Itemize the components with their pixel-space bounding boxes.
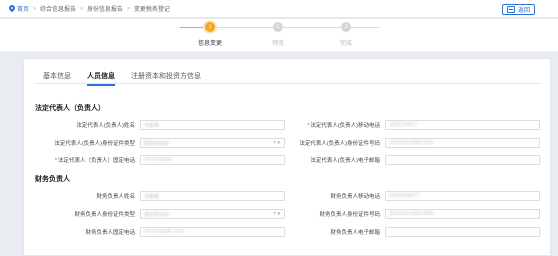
- finance-idno-row: 财务负责人身份证件号码 3301021234567890: [287, 209, 540, 219]
- finance-phone-input[interactable]: 0571123456 1234: [140, 227, 285, 237]
- legal-email-input[interactable]: [385, 155, 540, 165]
- legal-idtype-select[interactable]: 居民身份证 × ▾: [140, 138, 285, 148]
- finance-name-value: 刘某某: [144, 193, 160, 200]
- legal-idno-value: 3301021234567890: [389, 140, 434, 146]
- breadcrumb: 首页 > 综合信息报告 > 身份信息报告 > 变更税务登记: [9, 4, 170, 13]
- legal-name-label: 法定代表人(负责人)姓名: [76, 123, 135, 129]
- legal-phone-label: *法定代表人（负责人）固定电话: [35, 156, 135, 164]
- step-info-change: 1 信息变更: [190, 22, 230, 47]
- legal-mobile-label-text: 法定代表人(负责人)移动电话: [310, 123, 380, 129]
- finance-email-input[interactable]: [385, 227, 540, 237]
- step-dot: 1: [205, 22, 215, 32]
- legal-idno-input[interactable]: 3301021234567890: [385, 138, 540, 148]
- step-complete: 3 完成: [326, 22, 366, 47]
- legal-mobile-label: *法定代表人(负责人)移动电话: [287, 121, 380, 129]
- step-dot: 3: [341, 22, 351, 32]
- legal-idtype-row: 法定代表人(负责人)身份证件类型 居民身份证 × ▾: [35, 138, 285, 148]
- step-label: 完成: [339, 41, 352, 47]
- step-label: 信息变更: [197, 41, 222, 47]
- chevron-down-icon: × ▾: [273, 211, 280, 217]
- finance-mobile-label: 财务负责人移动电话: [330, 194, 380, 200]
- finance-name-row: 财务负责人姓名 刘某某: [35, 191, 285, 201]
- chevron-down-icon: × ▾: [273, 140, 280, 146]
- legal-mobile-value: 1391234567: [389, 122, 417, 128]
- legal-name-input[interactable]: 刘某某: [140, 120, 285, 130]
- finance-idtype-select[interactable]: 居民身份证 × ▾: [140, 209, 285, 219]
- finance-idtype-label: 财务负责人身份证件类型: [74, 212, 135, 218]
- finance-mobile-value: 13912345677: [389, 193, 420, 199]
- progress-steps: 1 信息变更 2 预览 3 完成: [0, 19, 558, 51]
- breadcrumb-separator: >: [126, 5, 130, 12]
- legal-phone-label-text: 法定代表人（负责人）固定电话: [57, 158, 135, 164]
- breadcrumb-home[interactable]: 首页: [9, 4, 29, 13]
- finance-phone-value: 0571123456 1234: [144, 229, 184, 235]
- required-mark: *: [307, 123, 310, 129]
- legal-idno-row: 法定代表人(负责人)身份证件号码 3301021234567890: [287, 138, 540, 148]
- form-card: 基本信息 人员信息 注册资本和投资方信息 法定代表人（负责人） 法定代表人(负责…: [23, 58, 551, 256]
- legal-idtype-value: 居民身份证: [144, 140, 170, 147]
- finance-phone-row: 财务负责人固定电话 0571123456 1234: [35, 227, 285, 237]
- location-pin-icon: [9, 5, 15, 13]
- step-preview: 2 预览: [258, 22, 298, 47]
- legal-phone-row: *法定代表人（负责人）固定电话 0571123456: [35, 155, 285, 165]
- legal-email-label: 法定代表人(负责人)电子邮箱: [310, 158, 380, 164]
- breadcrumb-separator: >: [33, 5, 36, 12]
- back-button[interactable]: 返回: [501, 4, 535, 15]
- legal-mobile-row: *法定代表人(负责人)移动电话 1391234567: [287, 120, 540, 130]
- breadcrumb-separator: >: [79, 5, 83, 12]
- legal-idtype-label: 法定代表人(负责人)身份证件类型: [54, 141, 135, 147]
- legal-mobile-input[interactable]: 1391234567: [385, 120, 540, 130]
- legal-email-row: 法定代表人(负责人)电子邮箱: [287, 155, 540, 165]
- legal-idno-label: 法定代表人(负责人)身份证件号码: [299, 141, 380, 147]
- legal-phone-value: 0571123456: [144, 157, 172, 163]
- finance-name-input[interactable]: 刘某某: [140, 191, 285, 201]
- finance-idno-input[interactable]: 3301021234567890: [385, 209, 540, 219]
- breadcrumb-item[interactable]: 综合信息报告: [40, 4, 76, 13]
- finance-email-label: 财务负责人电子邮箱: [330, 230, 380, 236]
- breadcrumb-home-label: 首页: [17, 7, 30, 13]
- tab-divider: [35, 83, 540, 84]
- finance-mobile-input[interactable]: 13912345677: [385, 191, 540, 201]
- finance-idtype-row: 财务负责人身份证件类型 居民身份证 × ▾: [35, 209, 285, 219]
- finance-idtype-value: 居民身份证: [144, 211, 170, 218]
- finance-idno-label: 财务负责人身份证件号码: [319, 212, 380, 218]
- finance-email-row: 财务负责人电子邮箱: [287, 227, 540, 237]
- legal-name-row: 法定代表人(负责人)姓名 刘某某: [35, 120, 285, 130]
- step-label: 预览: [271, 41, 284, 47]
- breadcrumb-item[interactable]: 身份信息报告: [87, 4, 123, 13]
- legal-name-value: 刘某某: [144, 122, 160, 129]
- back-button-label: 返回: [517, 8, 530, 14]
- step-dot: 2: [273, 22, 283, 32]
- finance-idno-value: 3301021234567890: [389, 211, 434, 217]
- top-bar: 首页 > 综合信息报告 > 身份信息报告 > 变更税务登记 返回: [0, 0, 558, 18]
- breadcrumb-current: 变更税务登记: [133, 7, 170, 13]
- back-icon: [506, 6, 515, 13]
- finance-name-label: 财务负责人姓名: [96, 194, 135, 200]
- required-mark: *: [54, 158, 57, 164]
- legal-rep-section-title: 法定代表人（负责人）: [35, 105, 105, 112]
- finance-section-title: 财务负责人: [35, 176, 70, 183]
- finance-phone-label: 财务负责人固定电话: [85, 230, 135, 236]
- legal-phone-input[interactable]: 0571123456: [140, 155, 285, 165]
- finance-mobile-row: 财务负责人移动电话 13912345677: [287, 191, 540, 201]
